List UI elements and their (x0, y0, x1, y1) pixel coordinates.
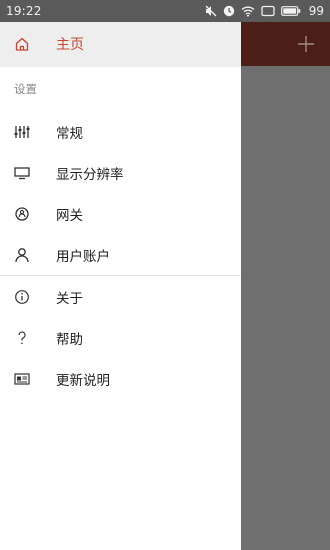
screen-icon (261, 5, 275, 17)
monitor-icon (14, 165, 30, 181)
drawer-item-about[interactable]: 关于 (0, 276, 241, 317)
drawer-item-home[interactable]: 主页 (0, 22, 241, 66)
drawer-item-label: 主页 (56, 37, 84, 53)
drawer-item-general[interactable]: 常规 (0, 111, 241, 152)
drawer-item-user-account[interactable]: 用户账户 (0, 234, 241, 275)
home-icon (14, 36, 30, 52)
drawer-item-display-resolution[interactable]: 显示分辨率 (0, 152, 241, 193)
router-icon (14, 206, 30, 222)
drawer-item-gateway[interactable]: 网关 (0, 193, 241, 234)
status-time: 19:22 (6, 4, 42, 18)
news-icon (14, 371, 30, 387)
drawer-item-release-notes[interactable]: 更新说明 (0, 358, 241, 399)
drawer-item-label: 更新说明 (56, 372, 110, 389)
drawer-item-label: 网关 (56, 207, 83, 224)
drawer-item-help[interactable]: 帮助 (0, 317, 241, 358)
section-header-settings: 设置 (14, 82, 37, 96)
screen: 19:22 99 主页 设置 常规 显示分辨率 网关 用户账户 关于 帮助 更新… (0, 0, 330, 550)
battery-icon (280, 5, 301, 17)
drawer-item-label: 关于 (56, 290, 83, 307)
alarm-icon (223, 5, 235, 17)
add-button[interactable] (292, 30, 320, 58)
battery-level: 99 (308, 4, 324, 18)
user-icon (14, 247, 30, 263)
drawer-item-label: 常规 (56, 125, 83, 142)
drawer-item-label: 显示分辨率 (56, 166, 124, 183)
sliders-icon (14, 124, 30, 140)
info-icon (14, 289, 30, 305)
navigation-drawer: 主页 设置 常规 显示分辨率 网关 用户账户 关于 帮助 更新说明 (0, 22, 241, 550)
wifi-icon (241, 5, 255, 17)
status-bar: 19:22 99 (0, 0, 330, 22)
help-icon (14, 330, 30, 346)
plus-icon (298, 36, 314, 52)
drawer-item-label: 用户账户 (56, 248, 110, 265)
mute-icon (205, 5, 217, 17)
drawer-item-label: 帮助 (56, 331, 83, 348)
status-icons: 99 (205, 4, 324, 18)
